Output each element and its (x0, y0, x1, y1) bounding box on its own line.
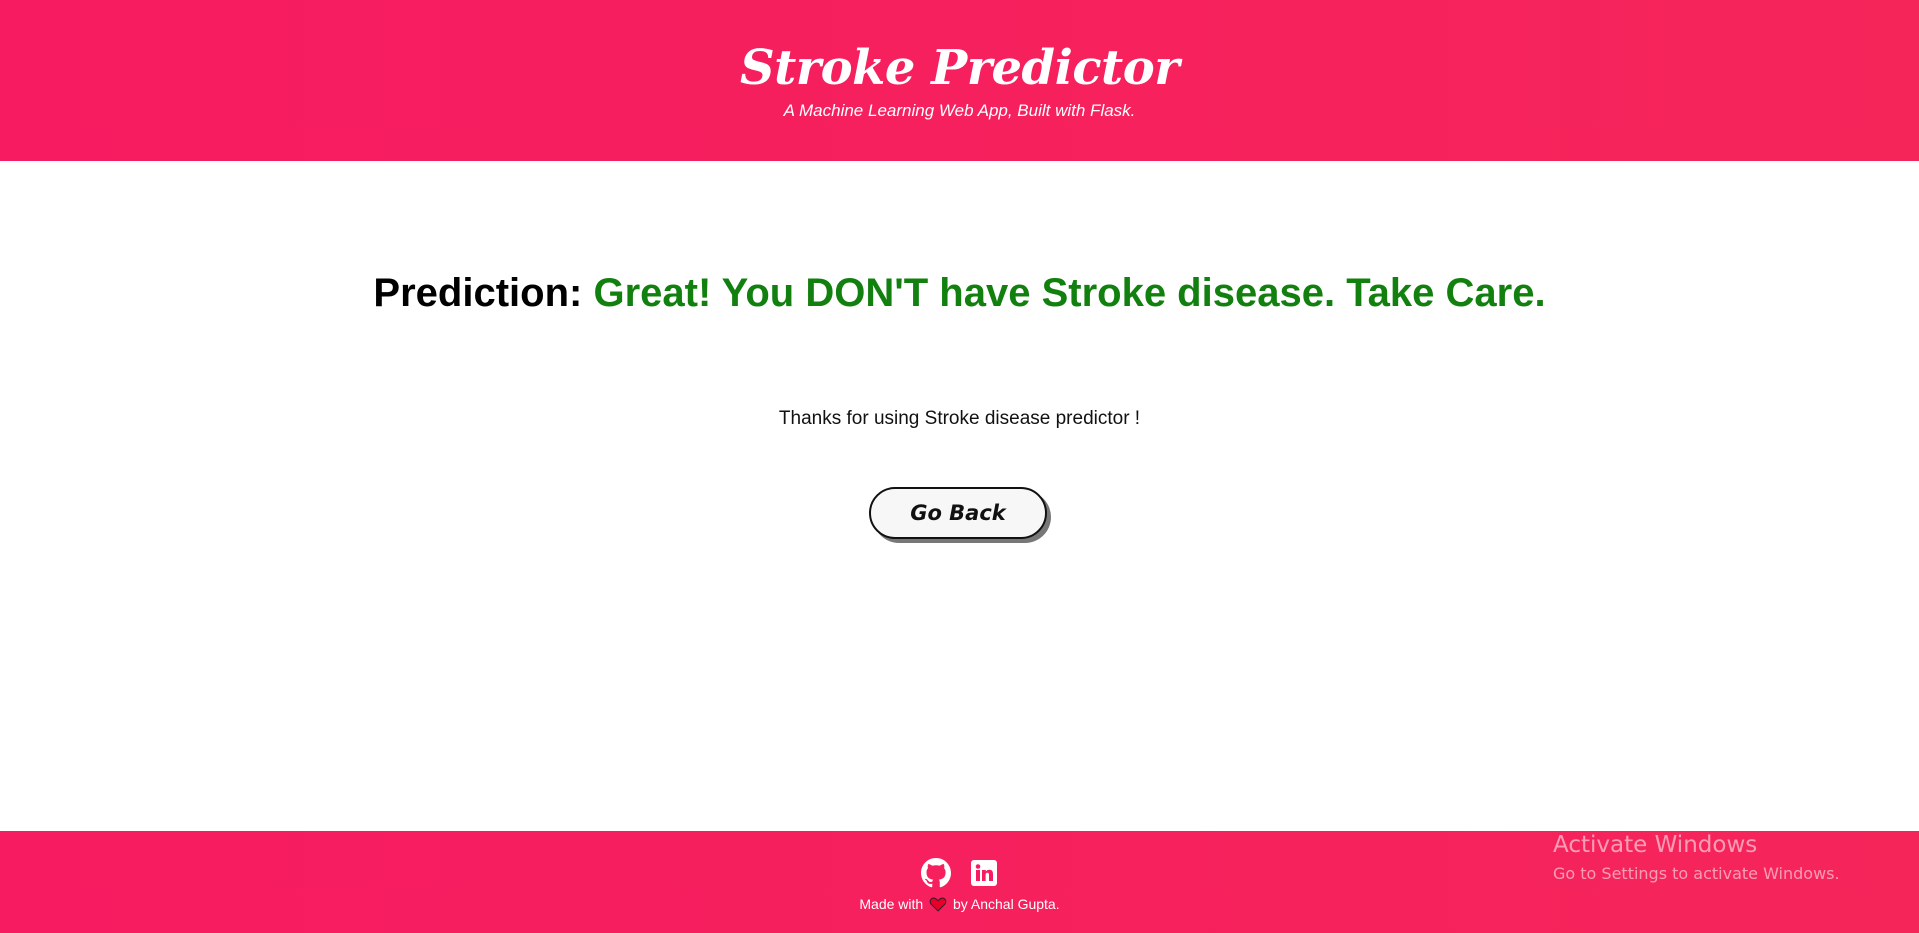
linkedin-icon[interactable] (969, 858, 999, 888)
prediction-result: Prediction: Great! You DON'T have Stroke… (0, 268, 1919, 318)
made-with-text: Made with (859, 896, 924, 912)
author-text: by Anchal Gupta. (952, 896, 1060, 912)
site-footer: Made with by Anchal Gupta. (0, 831, 1919, 933)
app-subtitle: A Machine Learning Web App, Built with F… (783, 101, 1136, 120)
prediction-text: Great! You DON'T have Stroke disease. Ta… (593, 271, 1546, 315)
go-back-button[interactable]: Go Back (869, 487, 1047, 539)
prediction-label: Prediction: (373, 271, 583, 315)
footer-credit: Made with by Anchal Gupta. (0, 895, 1919, 913)
thanks-message: Thanks for using Stroke disease predicto… (778, 408, 1141, 429)
app-title: Stroke Predictor (739, 40, 1180, 96)
heart-icon (929, 897, 947, 912)
site-header: Stroke Predictor A Machine Learning Web … (0, 0, 1919, 161)
page: Stroke Predictor A Machine Learning Web … (0, 0, 1919, 933)
github-icon[interactable] (921, 858, 951, 888)
